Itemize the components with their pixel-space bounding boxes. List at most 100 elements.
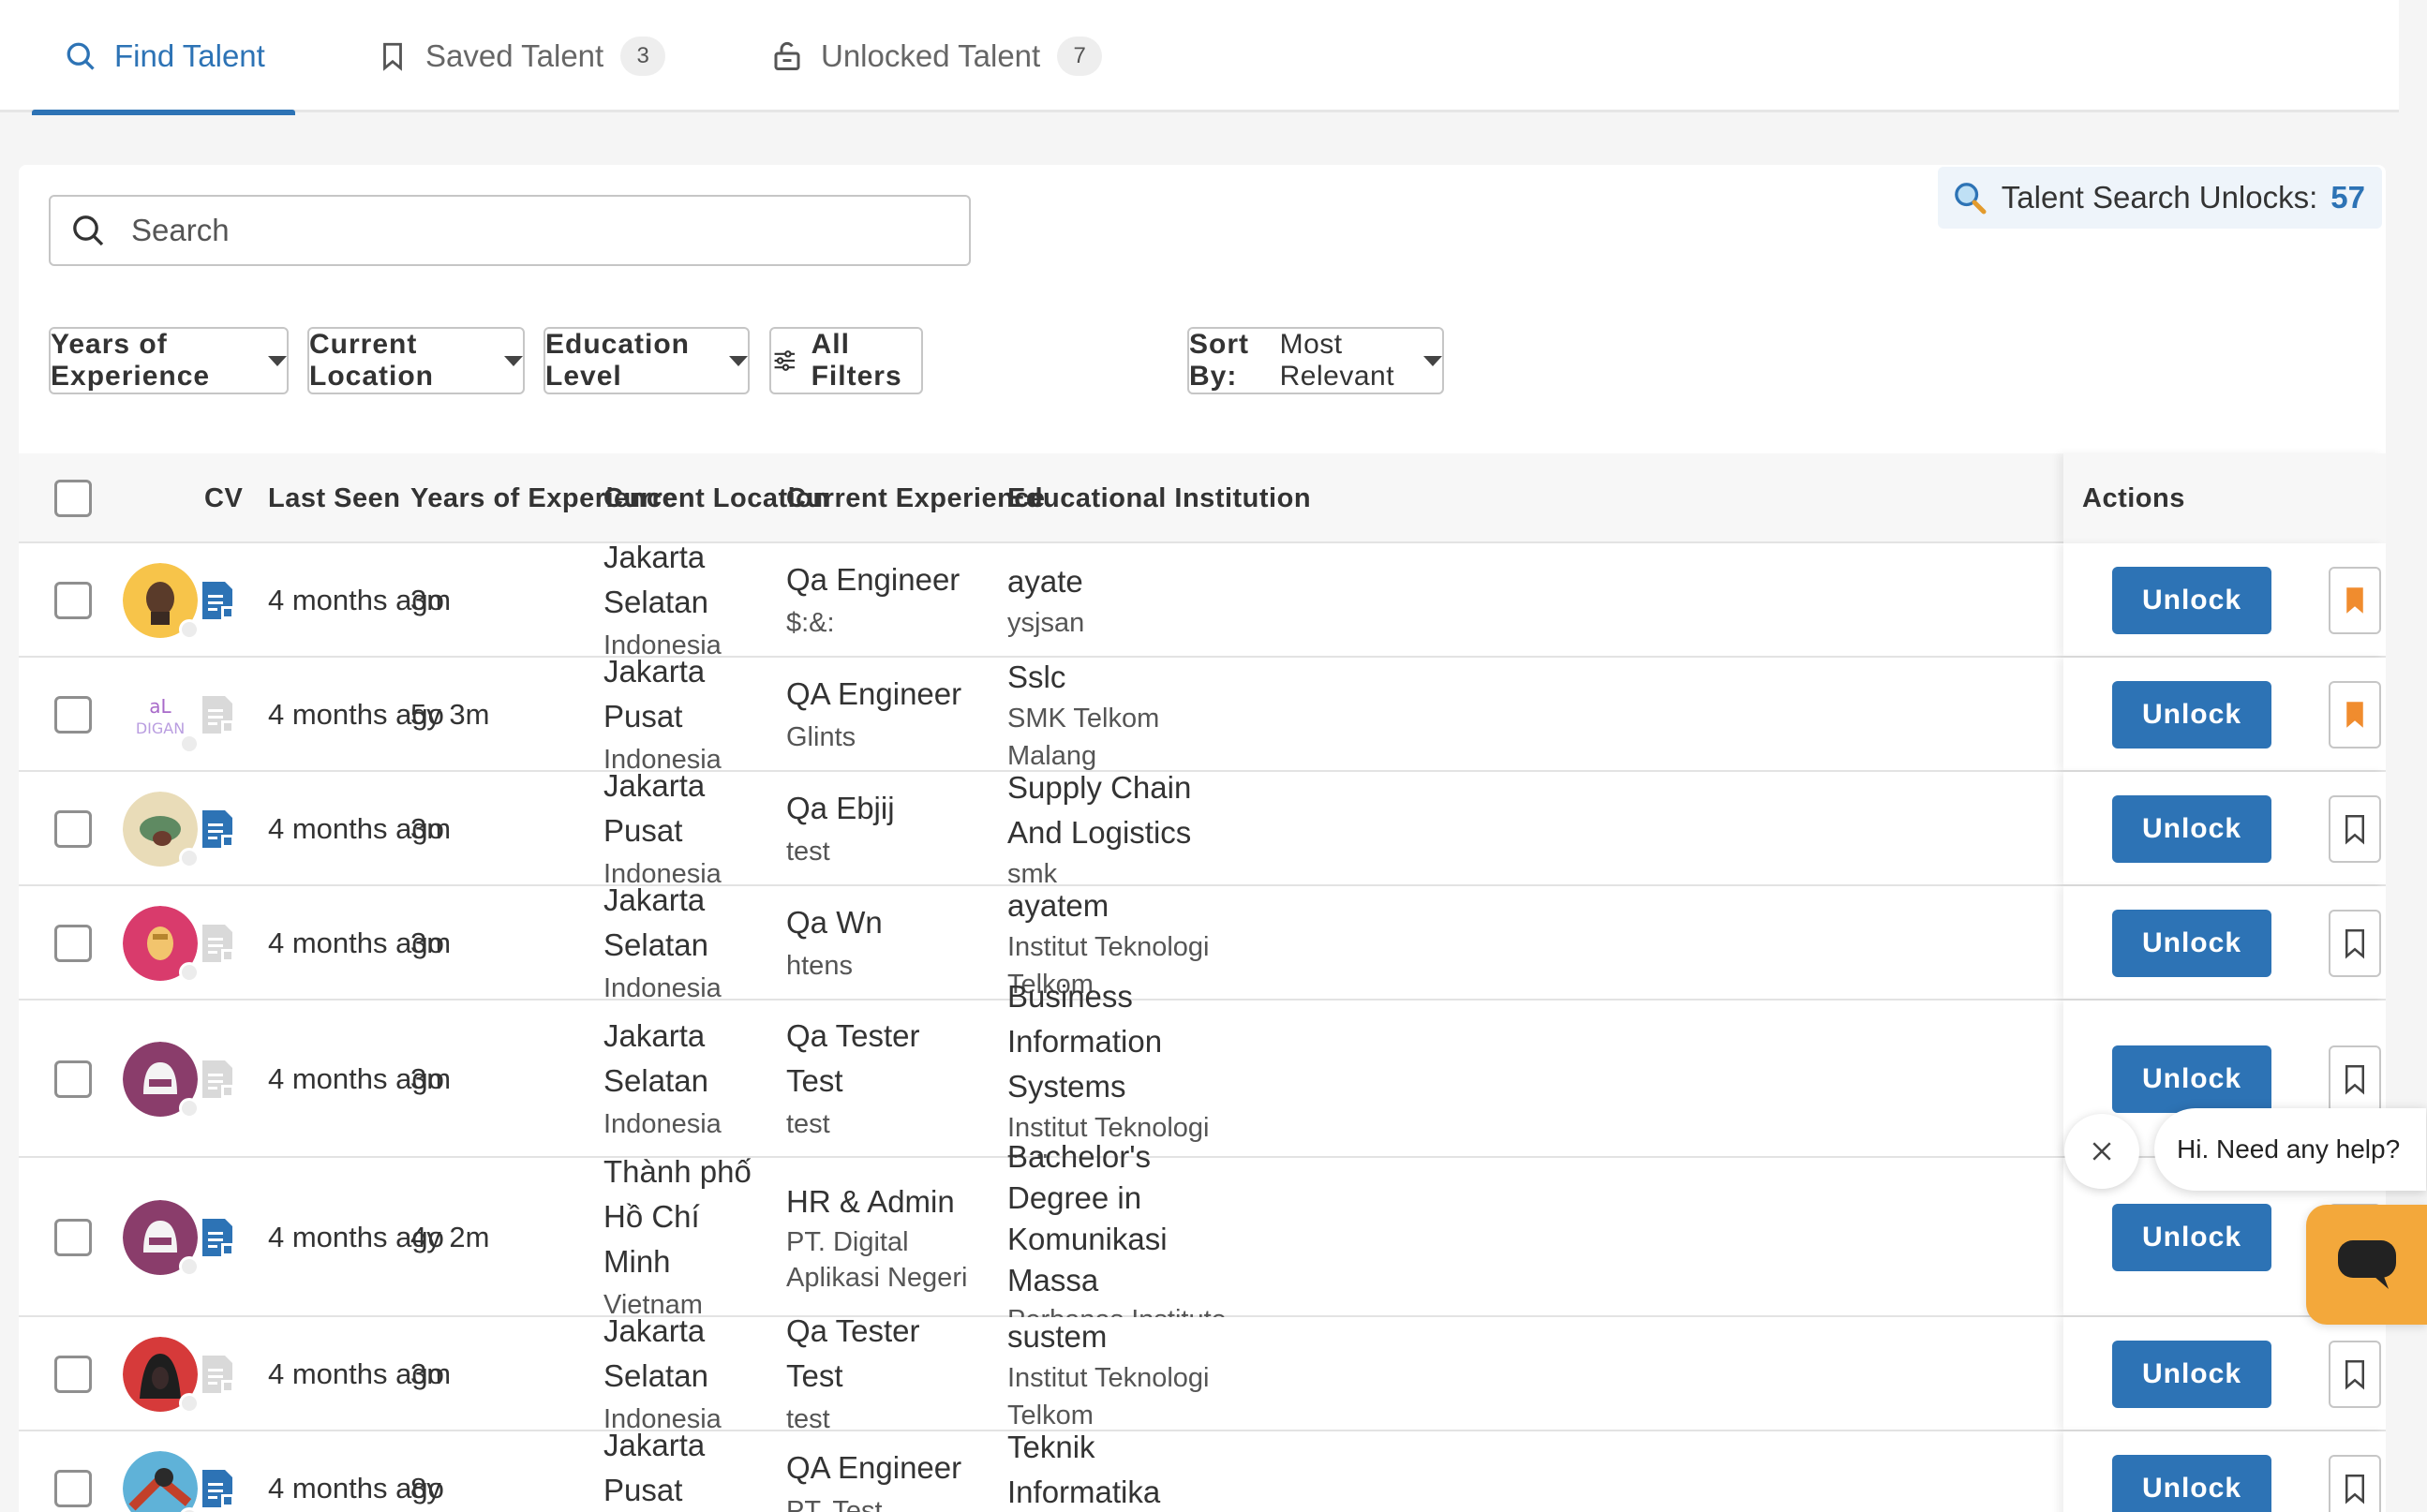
sort-value: Most Relevant bbox=[1279, 329, 1395, 392]
talent-search-app: Find Talent Saved Talent 3 Unlocked Tale… bbox=[0, 0, 2427, 1512]
job-title: QA Engineer bbox=[786, 676, 962, 711]
location-city: Jakarta Selatan bbox=[603, 540, 708, 619]
save-talent-button[interactable] bbox=[2329, 1341, 2381, 1408]
tab-saved-talent[interactable]: Saved Talent 3 bbox=[377, 0, 666, 112]
unlock-button[interactable]: Unlock bbox=[2112, 795, 2271, 863]
table-row[interactable]: 4 months ago 3m Jakarta Selatan Indonesi… bbox=[19, 1313, 2386, 1434]
table-row[interactable]: 4 months ago 3m Jakarta Pusat Indonesia … bbox=[19, 768, 2386, 889]
column-header-cv: CV bbox=[204, 482, 244, 513]
cv-unavailable-icon bbox=[199, 1354, 236, 1395]
cv-document-icon[interactable] bbox=[199, 580, 236, 621]
years-of-experience: 4y 2m bbox=[410, 1221, 490, 1253]
table-row[interactable]: 4 months ago 3m Jakarta Selatan Indonesi… bbox=[19, 540, 2386, 660]
svg-text:DIGAN: DIGAN bbox=[136, 719, 185, 737]
years-of-experience: 3m bbox=[410, 1357, 452, 1390]
select-all-checkbox[interactable] bbox=[54, 480, 92, 517]
avatar[interactable] bbox=[123, 906, 200, 983]
job-title: Qa Tester Test bbox=[786, 1313, 920, 1393]
all-filters-button[interactable]: All Filters bbox=[769, 327, 923, 394]
location-country: Indonesia bbox=[603, 1109, 722, 1139]
years-of-experience-filter[interactable]: Years of Experience bbox=[49, 327, 289, 394]
chat-launcher-button[interactable] bbox=[2306, 1205, 2427, 1325]
column-header-actions: Actions bbox=[2082, 482, 2185, 513]
unlock-button[interactable]: Unlock bbox=[2112, 910, 2271, 977]
job-title: HR & Admin bbox=[786, 1184, 955, 1219]
education-major: Business Information Systems bbox=[1007, 979, 1163, 1104]
row-checkbox[interactable] bbox=[54, 810, 92, 848]
cv-document-icon[interactable] bbox=[199, 1217, 236, 1258]
save-talent-button[interactable] bbox=[2329, 681, 2381, 749]
avatar[interactable] bbox=[123, 563, 200, 640]
table-row[interactable]: 4 months ago 3m Jakarta Selatan Indonesi… bbox=[19, 979, 2386, 1180]
table-row[interactable]: 4 months ago 8y Jakarta Pusat Indonesia … bbox=[19, 1428, 2386, 1512]
cv-document-icon[interactable] bbox=[199, 808, 236, 850]
sort-dropdown[interactable]: Sort By: Most Relevant bbox=[1187, 327, 1444, 394]
unlock-button[interactable]: Unlock bbox=[2112, 1341, 2271, 1408]
save-talent-button[interactable] bbox=[2329, 910, 2381, 977]
table-row[interactable]: aL DIGAN 4 months ago 5y 3m Jakarta Pusat… bbox=[19, 654, 2386, 775]
current-experience: Qa Wn htens bbox=[786, 886, 983, 1001]
unlock-button[interactable]: Unlock bbox=[2112, 681, 2271, 749]
current-location: Jakarta Pusat Indonesia bbox=[603, 768, 772, 889]
location-city: Jakarta Pusat bbox=[603, 1428, 706, 1507]
location-city: Jakarta Selatan bbox=[603, 1313, 708, 1393]
unlock-button[interactable]: Unlock bbox=[2112, 1204, 2271, 1271]
educational-institution: Sslc SMK Telkom Malang bbox=[1007, 658, 1247, 772]
search-icon bbox=[73, 215, 104, 246]
online-status-dot bbox=[179, 734, 200, 754]
tab-bar: Find Talent Saved Talent 3 Unlocked Tale… bbox=[0, 0, 2399, 115]
chat-greeting-bubble[interactable]: Hi. Need any help? bbox=[2154, 1108, 2426, 1191]
select-all-cell bbox=[54, 480, 92, 517]
avatar[interactable]: aL DIGAN bbox=[123, 677, 200, 754]
row-checkbox[interactable] bbox=[54, 582, 92, 619]
avatar[interactable] bbox=[123, 1042, 200, 1119]
job-title: Qa Engineer bbox=[786, 562, 960, 597]
save-talent-button[interactable] bbox=[2329, 795, 2381, 863]
row-checkbox[interactable] bbox=[54, 925, 92, 962]
avatar[interactable] bbox=[123, 1200, 200, 1277]
avatar[interactable] bbox=[123, 792, 200, 868]
unlock-button[interactable]: Unlock bbox=[2112, 1455, 2271, 1512]
current-experience: HR & Admin PT. Digital Aplikasi Negeri bbox=[786, 1158, 983, 1317]
row-checkbox[interactable] bbox=[54, 1470, 92, 1507]
cv-document-icon[interactable] bbox=[199, 1468, 236, 1509]
job-title: Qa Ebjij bbox=[786, 791, 895, 825]
tab-find-talent[interactable]: Find Talent bbox=[32, 0, 295, 115]
table-row[interactable]: 4 months ago 4y 2m Thành phố Hồ Chí Minh… bbox=[19, 1139, 2386, 1335]
current-location-filter[interactable]: Current Location bbox=[307, 327, 525, 394]
row-checkbox[interactable] bbox=[54, 1356, 92, 1393]
avatar[interactable] bbox=[123, 1337, 200, 1414]
bookmark-icon bbox=[2345, 1065, 2364, 1095]
search-input[interactable] bbox=[131, 197, 969, 264]
location-city: Jakarta Selatan bbox=[603, 882, 708, 962]
education-level-filter[interactable]: Education Level bbox=[543, 327, 750, 394]
row-checkbox[interactable] bbox=[54, 696, 92, 734]
save-talent-button[interactable] bbox=[2329, 1455, 2381, 1512]
current-experience: QA Engineer Glints bbox=[786, 658, 983, 772]
educational-institution: Supply Chain And Logistics smk bbox=[1007, 770, 1247, 889]
years-of-experience: 3m bbox=[410, 1062, 452, 1095]
row-select-cell bbox=[54, 1470, 92, 1507]
tab-unlocked-talent[interactable]: Unlocked Talent 7 bbox=[770, 0, 1103, 112]
tab-label: Unlocked Talent bbox=[821, 38, 1041, 73]
magnifier-icon bbox=[1954, 183, 1987, 215]
row-checkbox[interactable] bbox=[54, 1060, 92, 1098]
avatar-image bbox=[123, 1451, 198, 1512]
current-location: Jakarta Pusat Indonesia bbox=[603, 654, 772, 775]
chat-close-button[interactable] bbox=[2064, 1114, 2139, 1189]
tab-label: Find Talent bbox=[114, 38, 265, 73]
unlock-button[interactable]: Unlock bbox=[2112, 567, 2271, 634]
row-checkbox[interactable] bbox=[54, 1219, 92, 1256]
save-talent-button[interactable] bbox=[2329, 1045, 2381, 1113]
chat-greeting: Hi. Need any help? bbox=[2177, 1134, 2401, 1164]
unlock-button[interactable]: Unlock bbox=[2112, 1045, 2271, 1113]
filter-label: Current Location bbox=[309, 329, 434, 392]
company-name: PT. Test bbox=[786, 1496, 883, 1512]
save-talent-button[interactable] bbox=[2329, 567, 2381, 634]
avatar[interactable] bbox=[123, 1451, 200, 1512]
educational-institution: Teknik Informatika Universitas bbox=[1007, 1430, 1247, 1512]
online-status-dot bbox=[179, 1393, 200, 1414]
caret-down-icon bbox=[729, 355, 748, 366]
row-select-cell bbox=[54, 1219, 92, 1256]
unlocks-count: 57 bbox=[2330, 180, 2365, 215]
